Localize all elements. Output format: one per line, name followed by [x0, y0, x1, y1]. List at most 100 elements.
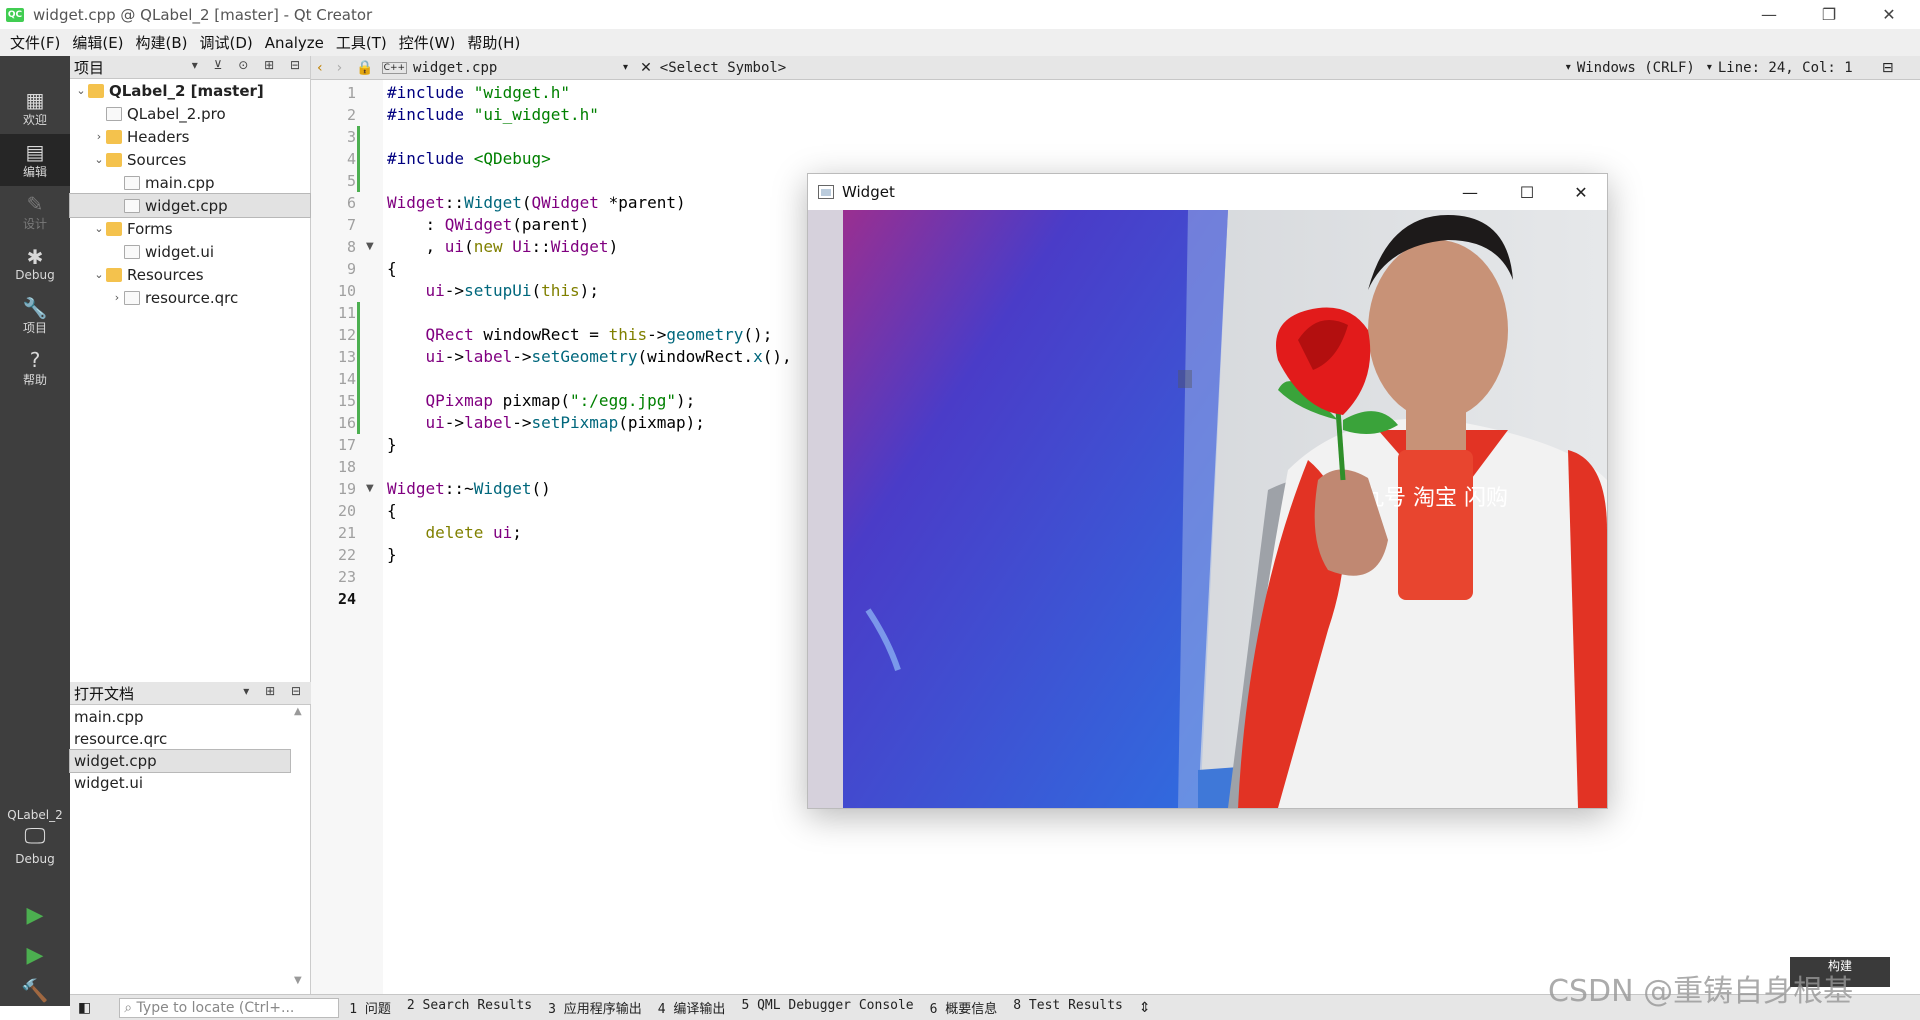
widget-minimize-button[interactable]: — [1441, 174, 1499, 210]
file-selector[interactable]: widget.cpp [413, 60, 623, 76]
line-number: 4 [346, 150, 356, 168]
code-token: ::~ [444, 479, 474, 498]
split-icon[interactable]: ⊟ [1882, 60, 1894, 76]
output-tab[interactable]: 5 QML Debugger Console [741, 998, 913, 1017]
fold-marker-icon[interactable]: ▼ [366, 483, 374, 494]
minimize-button[interactable]: — [1740, 0, 1798, 29]
output-tab[interactable]: 3 应用程序输出 [548, 998, 642, 1017]
output-tab[interactable]: 8 Test Results [1013, 998, 1123, 1017]
menu-item[interactable]: 控件(W) [393, 32, 462, 53]
tree-item[interactable]: › Headers [70, 125, 310, 148]
back-arrow-icon[interactable]: ‹ [317, 60, 323, 76]
code-token: Widget [387, 479, 445, 498]
menu-item[interactable]: 构建(B) [130, 32, 194, 53]
code-token: { [387, 259, 397, 278]
code-token: ( [521, 193, 532, 212]
code-line: { [387, 258, 397, 280]
fold-marker-icon[interactable]: ▼ [366, 241, 374, 252]
pane-tools[interactable]: ▾ ⊞ ⊟ [243, 684, 307, 698]
code-token: QWidget [444, 215, 513, 234]
line-number: 21 [337, 524, 356, 542]
widget-close-button[interactable]: ✕ [1552, 174, 1610, 210]
symbol-selector[interactable]: <Select Symbol> [660, 60, 1560, 76]
mode-welcome[interactable]: ▦ 欢迎 [0, 82, 70, 134]
tree-item[interactable]: ⌄ QLabel_2 [master] [70, 79, 310, 102]
tree-item[interactable]: main.cpp [70, 171, 310, 194]
output-tab[interactable]: 6 概要信息 [930, 998, 998, 1017]
kit-selector[interactable]: QLabel_2 🖵 Debug [0, 808, 70, 866]
expand-arrow-icon[interactable]: › [110, 291, 124, 304]
code-token: label [464, 413, 513, 432]
mode-edit[interactable]: ▤ 编辑 [0, 134, 70, 186]
menu-item[interactable]: 文件(F) [4, 32, 66, 53]
expand-icon[interactable]: ⇕ [1139, 1000, 1151, 1016]
debug-run-icon[interactable]: ▶ [18, 938, 52, 972]
menu-item[interactable]: Analyze [259, 34, 330, 52]
menu-item[interactable]: 调试(D) [194, 32, 259, 53]
wrench-icon: 🔧 [22, 295, 48, 320]
locator-input[interactable]: ⌕ Type to locate (Ctrl+... [119, 997, 340, 1018]
scrollbar[interactable]: ▲ ▼ [294, 706, 308, 986]
tree-item[interactable]: ⌄ Forms [70, 217, 310, 240]
tree-item[interactable]: widget.cpp [69, 193, 311, 218]
code-line: delete ui; [387, 522, 522, 544]
open-doc-item[interactable]: widget.ui [70, 772, 290, 794]
output-tab[interactable]: 2 Search Results [407, 998, 532, 1017]
tree-item[interactable]: › resource.qrc [70, 286, 310, 309]
close-file-icon[interactable]: ✕ [640, 60, 652, 76]
tree-item[interactable]: widget.ui [70, 240, 310, 263]
code-line: ui->label->setPixmap(pixmap); [387, 412, 705, 434]
expand-arrow-icon[interactable]: ⌄ [92, 153, 106, 166]
line-number: 1 [346, 84, 356, 102]
line-ending-selector[interactable]: Windows (CRLF) [1577, 60, 1707, 76]
kit-project: QLabel_2 [7, 808, 63, 822]
code-line: { [387, 500, 397, 522]
expand-arrow-icon[interactable]: › [92, 130, 106, 143]
line-number: 22 [337, 546, 356, 564]
dropdown-icon[interactable]: ▾ [1566, 62, 1571, 73]
menu-item[interactable]: 编辑(E) [66, 32, 129, 53]
code-token: QPixmap [425, 391, 493, 410]
expand-arrow-icon[interactable]: ⌄ [92, 222, 106, 235]
dropdown-icon[interactable]: ▾ [1707, 62, 1712, 73]
run-icon[interactable]: ▶ [18, 898, 52, 932]
menu-item[interactable]: 工具(T) [330, 32, 393, 53]
code-line: #include "widget.h" [387, 82, 570, 104]
mode-debug[interactable]: ✱ Debug [0, 238, 70, 290]
expand-arrow-icon[interactable]: ⌄ [74, 84, 88, 97]
open-doc-item[interactable]: main.cpp [70, 706, 290, 728]
build-hammer-icon[interactable]: 🔨 [18, 974, 52, 1008]
mode-label: Debug [15, 268, 55, 282]
code-line: ui->label->setGeometry(windowRect.x(), [387, 346, 792, 368]
close-button[interactable]: ✕ [1860, 0, 1918, 29]
folder-icon [88, 83, 104, 98]
document-icon: ▤ [25, 139, 45, 164]
restore-button[interactable]: ❐ [1800, 0, 1858, 29]
tree-item[interactable]: QLabel_2.pro [70, 102, 310, 125]
open-doc-item[interactable]: resource.qrc [70, 728, 290, 750]
file-icon [124, 175, 140, 190]
output-tab[interactable]: 1 问题 [349, 998, 391, 1017]
mode-label: 帮助 [22, 372, 47, 387]
open-doc-item[interactable]: widget.cpp [69, 749, 291, 773]
widget-maximize-button[interactable]: ☐ [1498, 174, 1556, 210]
sidebar-toggle-icon[interactable]: ◧ [78, 1000, 91, 1016]
expand-arrow-icon[interactable]: ⌄ [92, 268, 106, 281]
mode-design[interactable]: ✎ 设计 [0, 186, 70, 238]
mode-projects[interactable]: 🔧 项目 [0, 290, 70, 342]
cursor-position[interactable]: Line: 24, Col: 1 [1718, 60, 1868, 76]
mode-help[interactable]: ? 帮助 [0, 342, 70, 394]
code-token: ; [512, 523, 522, 542]
menu-item[interactable]: 帮助(H) [461, 32, 526, 53]
code-line: Widget::~Widget() [387, 478, 551, 500]
tree-item[interactable]: ⌄ Resources [70, 263, 310, 286]
output-tab[interactable]: 4 编译输出 [658, 998, 726, 1017]
folder-icon [106, 152, 122, 167]
forward-arrow-icon[interactable]: › [337, 60, 343, 76]
code-token: , [387, 237, 445, 256]
tree-item[interactable]: ⌄ Sources [70, 148, 310, 171]
dropdown-icon[interactable]: ▾ [623, 62, 628, 73]
pane-tools[interactable]: ▾ ⊻ ⊙ ⊞ ⊟ [192, 58, 306, 72]
